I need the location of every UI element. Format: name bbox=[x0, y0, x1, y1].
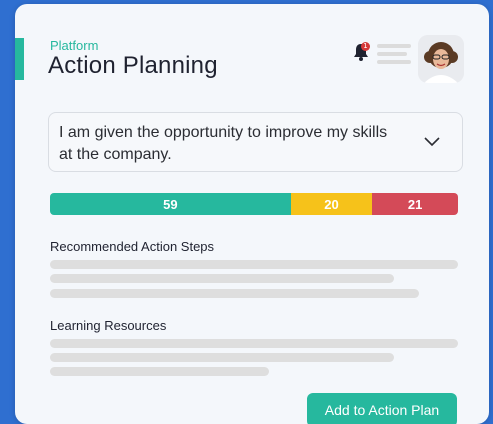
menu-lines-icon[interactable] bbox=[377, 44, 411, 68]
result-segment-negative: 21 bbox=[372, 193, 458, 215]
page-subtitle: Platform bbox=[50, 38, 99, 53]
chevron-down-icon bbox=[424, 137, 440, 147]
skeleton-line bbox=[50, 260, 458, 269]
skeleton-line bbox=[50, 353, 394, 362]
skeleton-line bbox=[50, 274, 394, 283]
avatar[interactable] bbox=[418, 35, 464, 83]
result-segment-positive: 59 bbox=[50, 193, 291, 215]
page-title: Action Planning bbox=[48, 52, 218, 79]
action-planning-card: Platform Action Planning 1 I am given th… bbox=[15, 4, 489, 424]
accent-bar bbox=[15, 38, 24, 80]
statement-text: I am given the opportunity to improve my… bbox=[59, 124, 388, 163]
statement-select[interactable]: I am given the opportunity to improve my… bbox=[48, 112, 463, 172]
notification-badge: 1 bbox=[361, 42, 370, 51]
skeleton-line bbox=[50, 339, 458, 348]
learning-resources-heading: Learning Resources bbox=[50, 318, 167, 333]
skeleton-line bbox=[50, 289, 419, 298]
result-segment-neutral: 20 bbox=[290, 193, 373, 215]
results-bar: 59 20 21 bbox=[50, 193, 458, 215]
skeleton-line bbox=[50, 367, 269, 376]
action-steps-heading: Recommended Action Steps bbox=[50, 239, 215, 254]
add-to-action-plan-button[interactable]: Add to Action Plan bbox=[307, 393, 457, 424]
